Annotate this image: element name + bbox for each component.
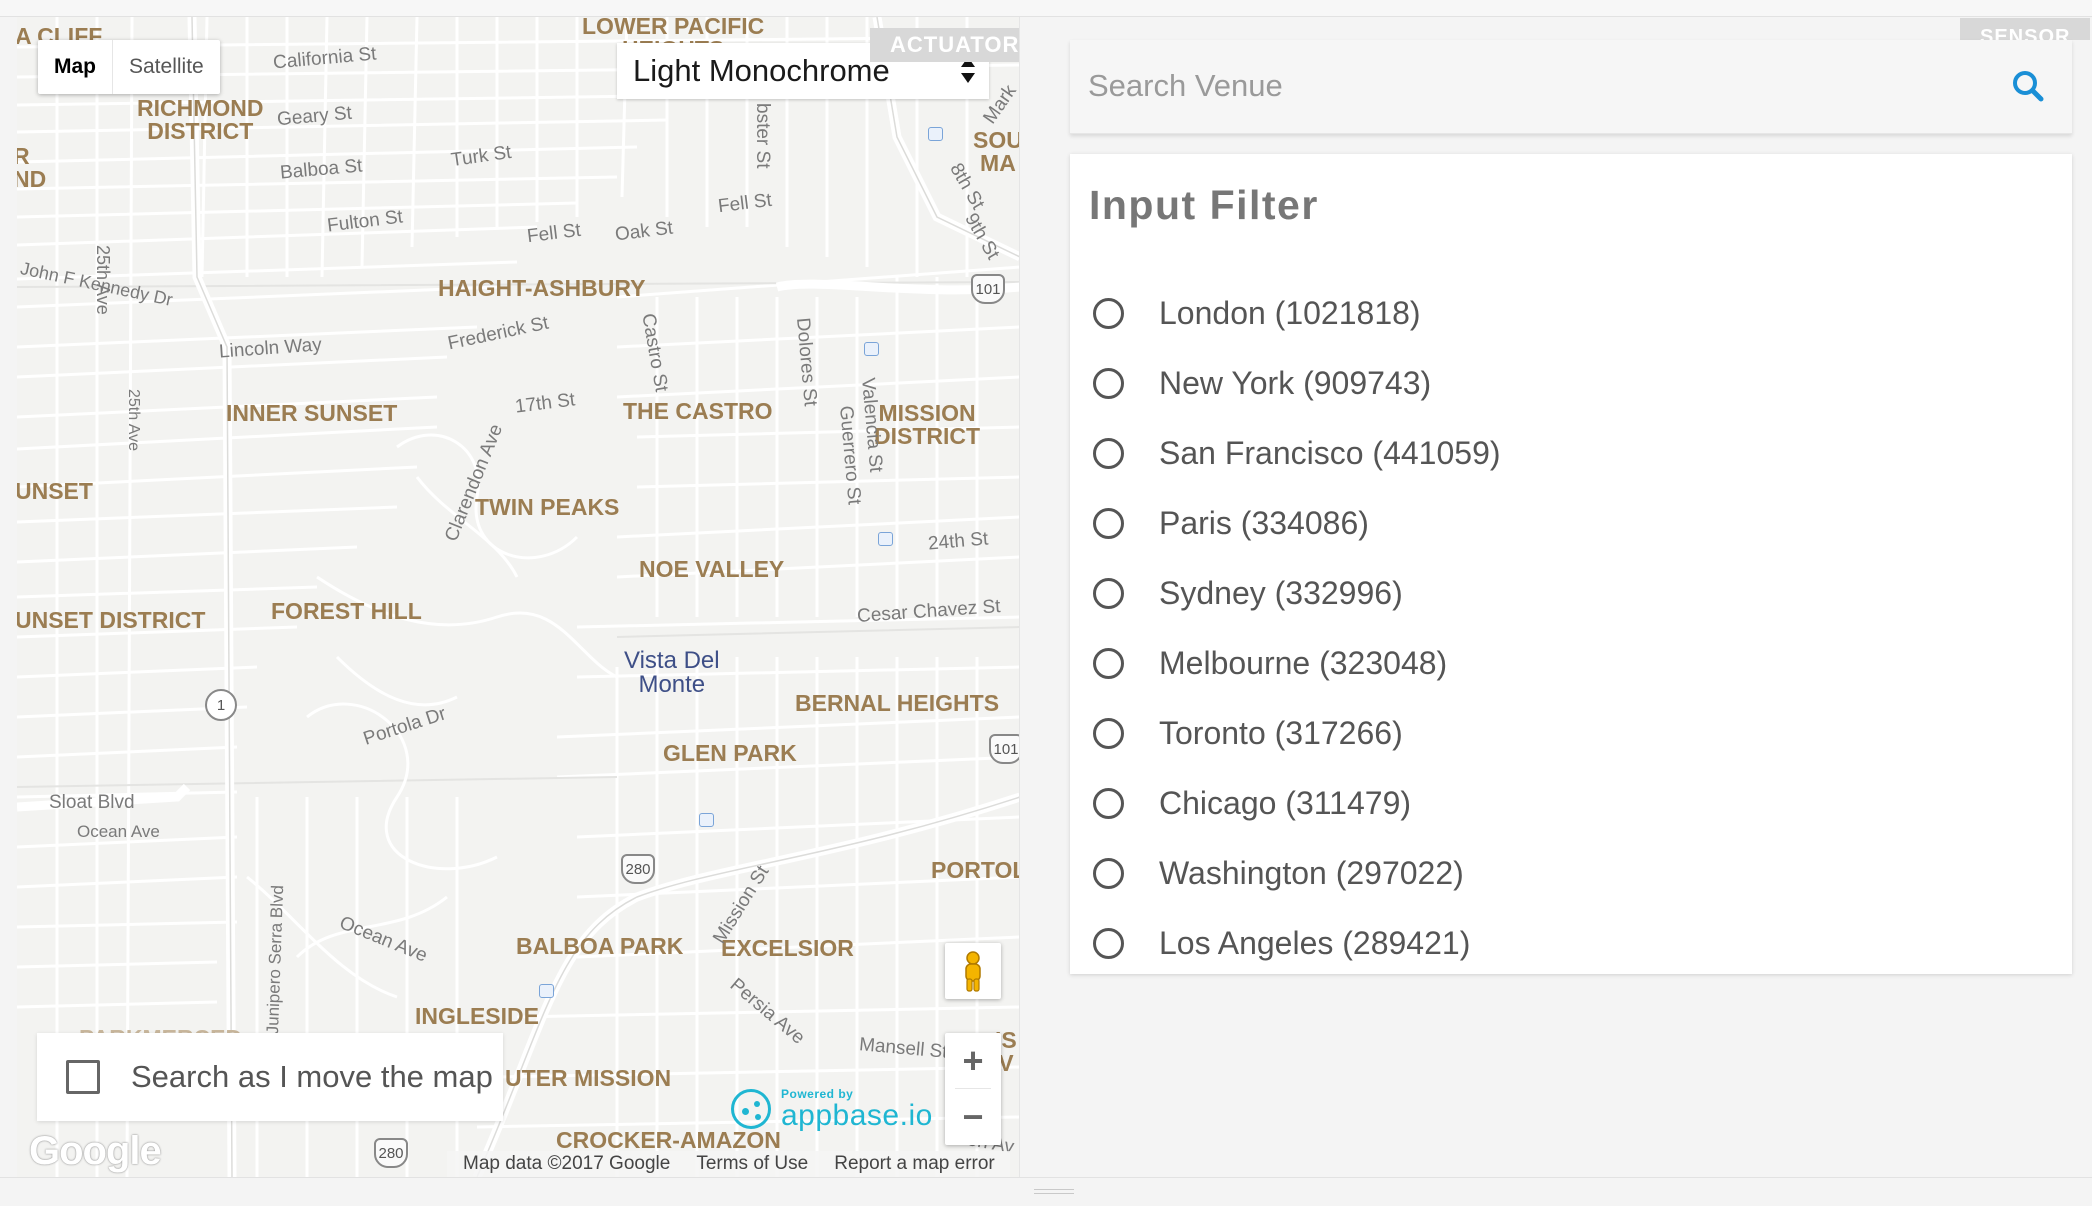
pegman-figure	[965, 951, 981, 992]
appbase-name: appbase.io	[781, 1099, 933, 1132]
search-as-move-checkbox[interactable]	[66, 1060, 100, 1094]
highway-shield-icon: 280	[621, 854, 655, 884]
filter-option-label: Los Angeles (289421)	[1159, 924, 1471, 961]
radio-button[interactable]	[1093, 507, 1124, 539]
radio-button[interactable]	[1093, 857, 1124, 889]
map-label-street: 24th St	[927, 528, 990, 555]
map-style-select-value: Light Monochrome	[633, 53, 890, 88]
map-attribution: Map data ©2017 Google Terms of Use Repor…	[447, 1151, 1010, 1177]
map-label-neighborhood: BALBOA PARK	[516, 933, 684, 959]
filter-option-label: Toronto (317266)	[1159, 714, 1403, 751]
map-label-poi: Vista Del Monte	[624, 647, 720, 698]
map-label-street: 25th Ave	[93, 245, 113, 315]
map-label-neighborhood: HAIGHT-ASHBURY	[438, 275, 646, 301]
map-label-neighborhood: EXCELSIOR	[721, 935, 854, 961]
google-logo: Google	[29, 1129, 162, 1173]
sensor-tag: SENSOR	[1960, 18, 2091, 40]
venue-search-input[interactable]	[1088, 60, 1968, 112]
map-label-neighborhood: PORTOL	[931, 857, 1020, 883]
zoom-control: + −	[945, 1033, 1001, 1145]
filter-option[interactable]: Los Angeles (289421)	[1093, 908, 1501, 978]
filter-option-label: Chicago (311479)	[1159, 784, 1412, 821]
filter-option-label: San Francisco (441059)	[1159, 434, 1501, 471]
filter-list: London (1021818) New York (909743) San F…	[1093, 278, 1501, 978]
filter-option[interactable]: Toronto (317266)	[1093, 698, 1501, 768]
map-label-street: Sloat Blvd	[49, 792, 135, 813]
radio-button[interactable]	[1093, 787, 1124, 819]
map-label-neighborhood: R ND	[17, 145, 47, 192]
filter-option-label: Sydney (332996)	[1159, 574, 1403, 611]
filter-option-label: New York (909743)	[1159, 364, 1432, 401]
zoom-in-button[interactable]: +	[945, 1033, 1001, 1088]
search-icon[interactable]	[2010, 68, 2046, 104]
map-label-neighborhood: UNSET DISTRICT	[17, 607, 206, 633]
map-label-neighborhood: SOU MA	[973, 127, 1020, 176]
powered-by-appbase-link[interactable]: Powered by appbase.io	[731, 1087, 933, 1131]
filter-option-label: London (1021818)	[1159, 294, 1421, 331]
map-type-control: Map Satellite	[38, 40, 220, 94]
top-border	[0, 0, 2092, 17]
map-label-neighborhood: UNSET	[17, 478, 93, 504]
map-view[interactable]: A CLIFF LOWER PACIFIC HEIGHTS RICHMOND D…	[17, 17, 1020, 1177]
highway-shield-icon: 101	[971, 274, 1005, 304]
map-label-neighborhood: BERNAL HEIGHTS	[795, 690, 1000, 716]
radio-button[interactable]	[1093, 297, 1124, 329]
radio-button[interactable]	[1093, 647, 1124, 679]
map-label-neighborhood: NOE VALLEY	[639, 556, 785, 582]
map-label-neighborhood: INNER SUNSET	[226, 400, 398, 426]
transit-station-icon	[878, 532, 893, 546]
pegman-icon[interactable]	[945, 943, 1001, 999]
terms-of-use-link[interactable]: Terms of Use	[696, 1153, 808, 1175]
filter-option[interactable]: Paris (334086)	[1093, 488, 1501, 558]
map-label-neighborhood: RICHMOND DISTRICT	[137, 95, 264, 144]
map-label-street: 25th Ave	[125, 389, 142, 451]
filter-option[interactable]: Melbourne (323048)	[1093, 628, 1501, 698]
input-filter-title: Input Filter	[1089, 182, 1319, 228]
map-label-neighborhood: INGLESIDE	[415, 1003, 539, 1029]
transit-station-icon	[539, 984, 554, 998]
transit-station-icon	[864, 342, 879, 356]
transit-station-icon	[699, 813, 714, 827]
filter-option[interactable]: London (1021818)	[1093, 278, 1501, 348]
map-label-neighborhood: TWIN PEAKS	[475, 494, 620, 520]
map-label-neighborhood: GLEN PARK	[663, 740, 797, 766]
venue-search	[1070, 40, 2072, 134]
map-label-neighborhood: MISSION DISTRICT	[874, 400, 981, 449]
radio-button[interactable]	[1093, 437, 1124, 469]
map-type-map-button[interactable]: Map	[38, 40, 112, 94]
radio-button[interactable]	[1093, 927, 1124, 959]
highway-shield-icon: 1	[205, 689, 237, 721]
map-type-satellite-button[interactable]: Satellite	[113, 40, 220, 94]
radio-button[interactable]	[1093, 367, 1124, 399]
search-as-move-toggle[interactable]: Search as I move the map	[37, 1033, 503, 1121]
filter-option[interactable]: New York (909743)	[1093, 348, 1501, 418]
map-data-credit: Map data ©2017 Google	[463, 1153, 671, 1174]
map-label-neighborhood: UTER MISSION	[505, 1065, 672, 1091]
filter-option[interactable]: Washington (297022)	[1093, 838, 1501, 908]
input-filter-card: Input Filter London (1021818) New York (…	[1070, 154, 2072, 974]
radio-button[interactable]	[1093, 717, 1124, 749]
report-map-error-link[interactable]: Report a map error	[834, 1153, 995, 1175]
filter-option-label: Melbourne (323048)	[1159, 644, 1448, 681]
filter-option-label: Washington (297022)	[1159, 854, 1464, 891]
search-as-move-label: Search as I move the map	[131, 1059, 493, 1094]
radio-button[interactable]	[1093, 577, 1124, 609]
filter-option[interactable]: Sydney (332996)	[1093, 558, 1501, 628]
filter-option-label: Paris (334086)	[1159, 504, 1369, 541]
map-label-neighborhood: THE CASTRO	[623, 398, 773, 424]
resize-handle[interactable]	[1034, 1189, 1074, 1194]
zoom-out-button[interactable]: −	[945, 1089, 1001, 1144]
actuator-tag: ACTUATOR	[870, 28, 1019, 62]
map-label-street: Ocean Ave	[77, 822, 160, 841]
appbase-logo-icon	[731, 1089, 771, 1129]
map-label-neighborhood: FOREST HILL	[271, 598, 422, 624]
transit-station-icon	[928, 127, 943, 141]
map-label-neighborhood: CROCKER-AMAZON	[556, 1127, 781, 1153]
filter-option[interactable]: San Francisco (441059)	[1093, 418, 1501, 488]
highway-shield-icon: 280	[374, 1138, 408, 1168]
map-label-street: bster St	[752, 103, 773, 169]
filter-option[interactable]: Chicago (311479)	[1093, 768, 1501, 838]
highway-shield-icon: 101	[989, 734, 1019, 764]
